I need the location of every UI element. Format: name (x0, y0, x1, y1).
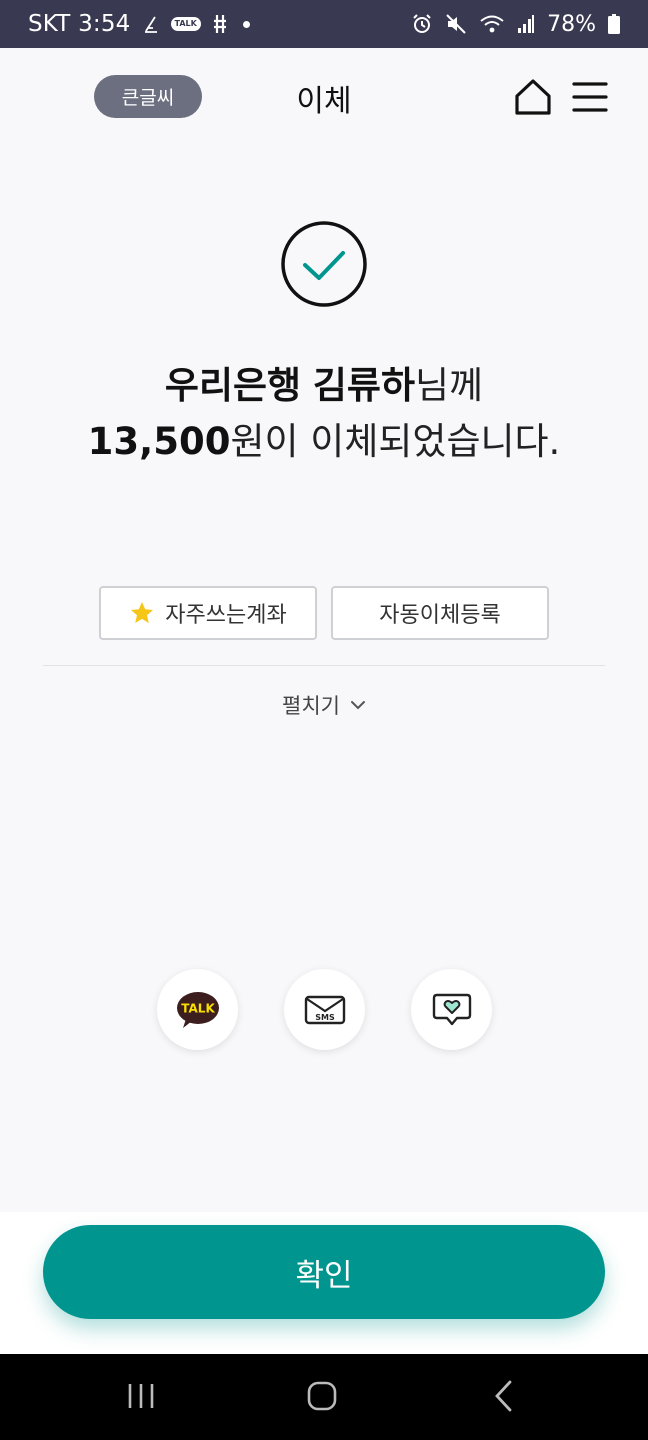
chevron-down-icon (350, 701, 365, 710)
bank-name: 우리은행 (164, 364, 302, 407)
confirm-button[interactable]: 확인 (43, 1225, 605, 1319)
status-right: 78% (411, 12, 620, 37)
favorite-account-button[interactable]: 자주쓰는계좌 (99, 586, 317, 640)
system-home-button[interactable] (306, 1380, 338, 1412)
recipient-name: 김류하 (312, 364, 415, 407)
kakaotalk-icon: TALK (170, 17, 201, 31)
system-nav-bar (0, 1354, 648, 1440)
expand-toggle[interactable]: 펼치기 (0, 690, 648, 720)
recent-apps-icon (128, 1384, 154, 1408)
talk-badge: TALK (170, 17, 201, 31)
signal-icon (517, 14, 535, 34)
back-button[interactable] (492, 1380, 514, 1412)
talk-text: TALK (181, 1001, 215, 1015)
wifi-icon (479, 13, 505, 35)
hash-icon (213, 13, 227, 35)
auto-transfer-button[interactable]: 자동이체등록 (331, 586, 549, 640)
heart-message-icon (432, 993, 471, 1025)
share-buttons: TALK SMS (157, 969, 492, 1050)
home-icon (515, 79, 551, 115)
star-icon (131, 602, 154, 623)
status-left: SKT 3:54 TALK (28, 11, 250, 37)
auto-transfer-label: 자동이체등록 (379, 603, 501, 628)
favorite-account-label: 자주쓰는계좌 (165, 603, 287, 628)
battery-icon (608, 14, 620, 34)
menu-button[interactable] (570, 78, 610, 116)
dot-icon (242, 20, 250, 28)
transfer-result-message: 우리은행 김류하님께 13,500원이 이체되었습니다. (0, 358, 648, 470)
heart-message-share-button[interactable] (411, 969, 492, 1050)
system-home-icon (307, 1381, 337, 1411)
confirm-label: 확인 (295, 1257, 353, 1294)
recent-apps-button[interactable] (126, 1382, 156, 1410)
action-button-row: 자주쓰는계좌 자동이체등록 (99, 586, 549, 640)
battery-percent: 78% (547, 11, 596, 37)
sms-text: SMS (315, 1013, 335, 1022)
recipient-line: 우리은행 김류하님께 (0, 358, 648, 414)
expand-label: 펼치기 (282, 694, 340, 718)
sms-icon: SMS (304, 995, 345, 1024)
carrier-label: SKT (28, 11, 71, 37)
amount-line: 13,500원이 이체되었습니다. (0, 414, 648, 470)
sms-share-button[interactable]: SMS (284, 969, 365, 1050)
menu-icon (572, 82, 608, 112)
signature-icon (143, 14, 159, 34)
app-header: 큰글씨 이체 (0, 48, 648, 148)
back-icon (495, 1380, 512, 1412)
amount-suffix: 원이 이체되었습니다. (230, 420, 561, 463)
divider (43, 665, 605, 666)
honorific-text: 님께 (414, 364, 484, 407)
status-bar: SKT 3:54 TALK 78% (0, 0, 648, 48)
kakaotalk-share-button[interactable]: TALK (157, 969, 238, 1050)
carrier-time: SKT 3:54 (28, 11, 131, 37)
time-label: 3:54 (78, 11, 131, 37)
mute-icon (445, 13, 467, 35)
transfer-amount: 13,500 (87, 420, 231, 463)
alarm-icon (411, 13, 433, 35)
success-check-icon (280, 220, 368, 308)
home-button[interactable] (512, 76, 554, 118)
kakaotalk-icon: TALK (176, 991, 219, 1028)
